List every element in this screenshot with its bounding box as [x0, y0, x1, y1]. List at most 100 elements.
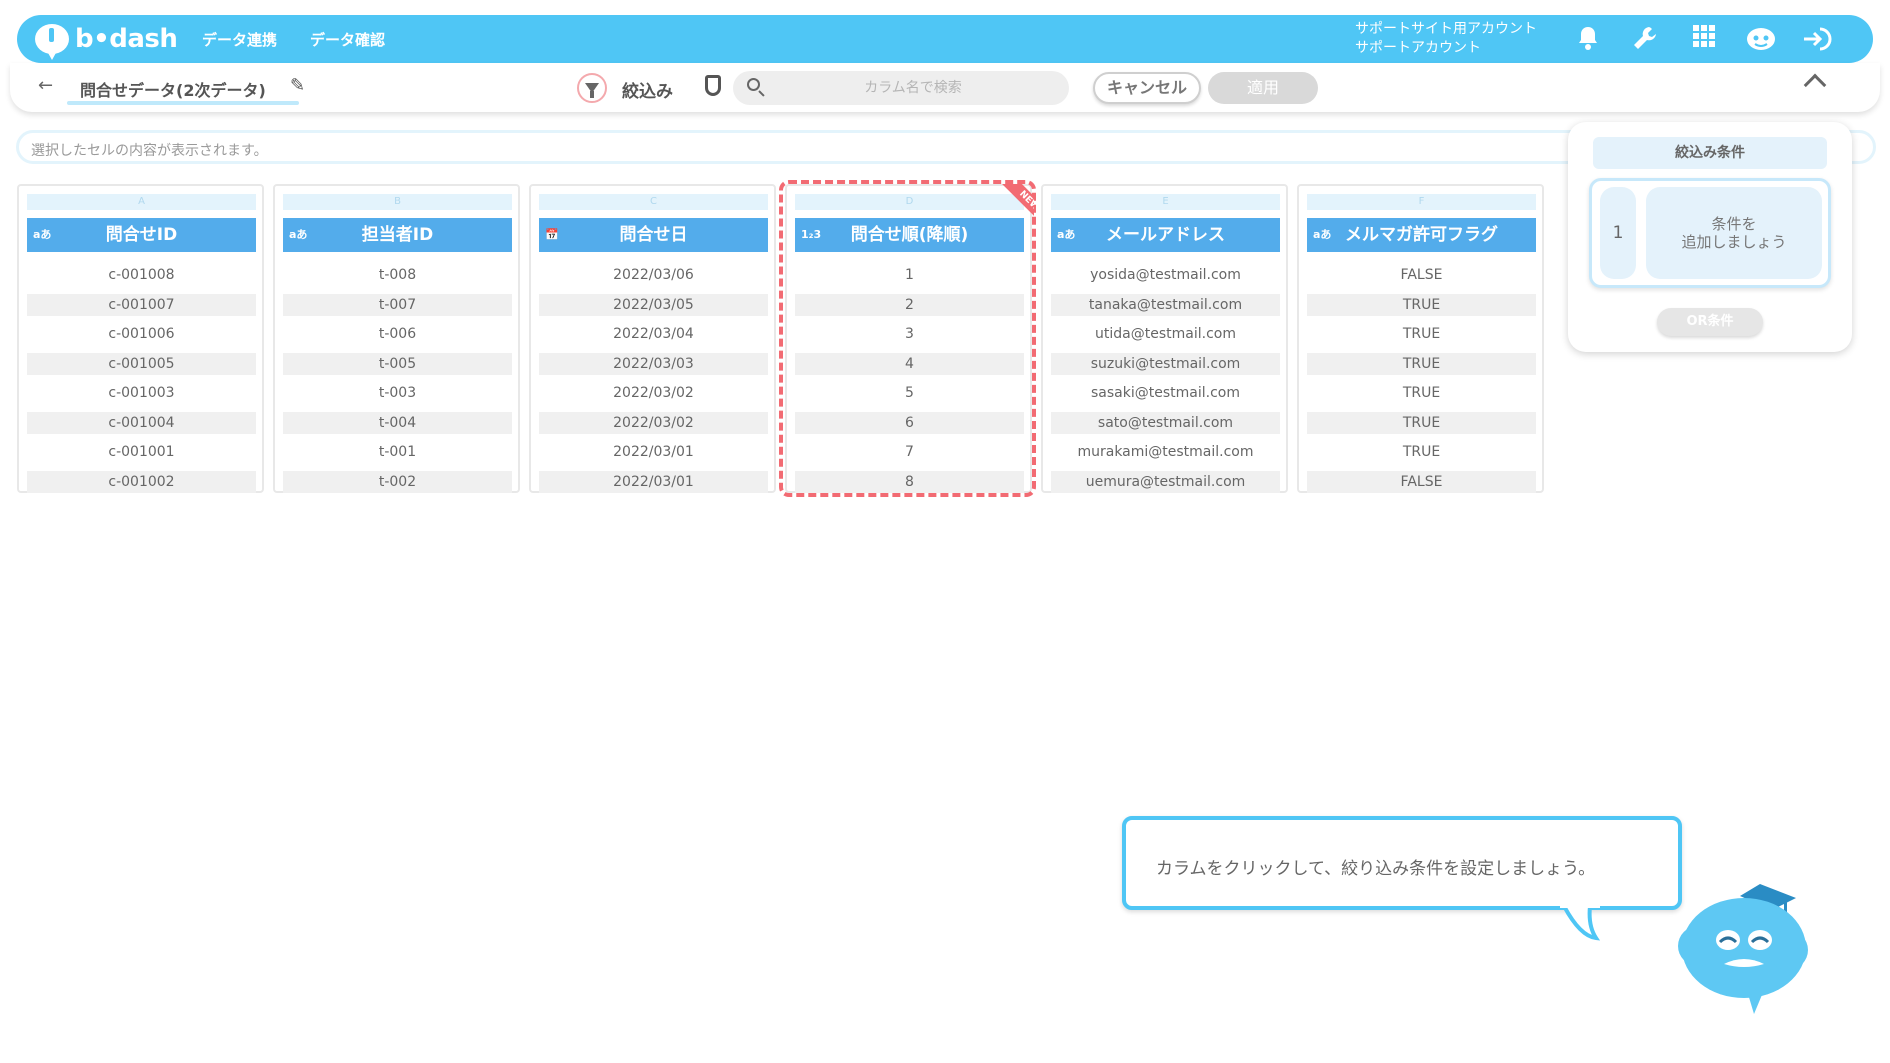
table-cell[interactable]: 2022/03/01 [539, 441, 768, 463]
table-cell[interactable]: t-001 [283, 441, 512, 463]
grid-icon[interactable] [1690, 25, 1718, 53]
table-cell[interactable]: TRUE [1307, 353, 1536, 375]
table-cell[interactable]: 3 [795, 323, 1024, 345]
table-cell[interactable]: t-002 [283, 471, 512, 493]
breadcrumb-underline [67, 101, 299, 105]
wrench-icon[interactable] [1631, 25, 1659, 53]
nav-data-link[interactable]: データ連携 [202, 29, 277, 50]
table-cell[interactable]: TRUE [1307, 323, 1536, 345]
logo-text: b•dash [75, 24, 178, 54]
pencil-icon[interactable]: ✎ [290, 75, 305, 96]
column-letter: B [283, 194, 512, 210]
new-badge: NEW [990, 184, 1034, 228]
table-column[interactable]: Baあ 担当者ID t-008 t-007 t-006 t-005 t-003 t-004 t-… [273, 184, 520, 493]
column-letter: F [1307, 194, 1536, 210]
shield-icon[interactable] [705, 75, 721, 96]
table-column[interactable]: Eaあ メールアドレス yosida@testmail.com tanaka@test… [1041, 184, 1288, 493]
tip-bubble-tail [1560, 906, 1600, 941]
table-column[interactable]: Faあ メルマガ許可フラグ FALSE TRUE TRUE TRUE TRUE TRUE TRU… [1297, 184, 1544, 493]
table-cell[interactable]: tanaka@testmail.com [1051, 294, 1280, 316]
table-cell[interactable]: 2022/03/02 [539, 382, 768, 404]
table-cell[interactable]: t-007 [283, 294, 512, 316]
table-cell[interactable]: t-005 [283, 353, 512, 375]
table-cell[interactable]: t-006 [283, 323, 512, 345]
column-header-label: メルマガ許可フラグ [1345, 225, 1498, 245]
table-cell[interactable]: TRUE [1307, 382, 1536, 404]
table-cell[interactable]: t-004 [283, 412, 512, 434]
table-cell[interactable]: c-001008 [27, 264, 256, 286]
nav-data-check[interactable]: データ確認 [310, 29, 385, 50]
add-condition-line-1: 条件を [1711, 215, 1757, 233]
table-cell[interactable]: c-001004 [27, 412, 256, 434]
mascot-icon[interactable] [1744, 25, 1778, 53]
column-letter: E [1051, 194, 1280, 210]
table-cell[interactable]: murakami@testmail.com [1051, 441, 1280, 463]
table-cell[interactable]: 1 [795, 264, 1024, 286]
table-cell[interactable]: FALSE [1307, 264, 1536, 286]
column-header-label: 問合せID [105, 225, 178, 245]
table-cell[interactable]: sasaki@testmail.com [1051, 382, 1280, 404]
table-cell[interactable]: 2022/03/02 [539, 412, 768, 434]
condition-group[interactable]: 1 条件を 追加しましょう [1589, 178, 1831, 288]
table-cell[interactable]: 6 [795, 412, 1024, 434]
or-condition-button[interactable]: OR条件 [1657, 308, 1763, 336]
table-column[interactable]: Aaあ 問合せID c-001008 c-001007 c-001006 c-001005… [17, 184, 264, 493]
tip-text: カラムをクリックして、絞り込み条件を設定しましょう。 [1156, 859, 1596, 879]
account-info[interactable]: サポートサイト用アカウント サポートアカウント [1355, 20, 1537, 58]
filter-panel-title: 絞込み条件 [1593, 137, 1827, 169]
column-type-icon: 📅 [545, 228, 559, 241]
table-cell[interactable]: c-001006 [27, 323, 256, 345]
table-cell[interactable]: FALSE [1307, 471, 1536, 493]
table-cell[interactable]: t-008 [283, 264, 512, 286]
table-cell[interactable]: 5 [795, 382, 1024, 404]
table-cell[interactable]: 2022/03/05 [539, 294, 768, 316]
table-cell[interactable]: c-001001 [27, 441, 256, 463]
column-header[interactable]: aあ 問合せID [27, 218, 256, 252]
column-header[interactable]: aあ メールアドレス [1051, 218, 1280, 252]
table-cell[interactable]: 2022/03/03 [539, 353, 768, 375]
search-icon [747, 78, 760, 91]
table-cell[interactable]: 2022/03/01 [539, 471, 768, 493]
table-cell[interactable]: TRUE [1307, 441, 1536, 463]
search-input[interactable] [773, 71, 1053, 105]
table-cell[interactable]: c-001005 [27, 353, 256, 375]
tip-bubble: カラムをクリックして、絞り込み条件を設定しましょう。 [1122, 816, 1682, 910]
table-cell[interactable]: 4 [795, 353, 1024, 375]
condition-group-number: 1 [1600, 187, 1636, 279]
search-box[interactable] [733, 71, 1069, 105]
table-cell[interactable]: 7 [795, 441, 1024, 463]
table-cell[interactable]: suzuki@testmail.com [1051, 353, 1280, 375]
table-cell[interactable]: yosida@testmail.com [1051, 264, 1280, 286]
table-cell[interactable]: sato@testmail.com [1051, 412, 1280, 434]
table-column[interactable]: D 1₂3 問合せ順(降順) 1 2 3 4 5 6 7 8 [785, 184, 1032, 493]
column-header[interactable]: aあ メルマガ許可フラグ [1307, 218, 1536, 252]
add-condition-line-2: 追加しましょう [1681, 233, 1787, 251]
logo[interactable]: b•dash [35, 23, 178, 60]
column-header-label: 問合せ日 [619, 225, 688, 245]
table-cell[interactable]: 2022/03/04 [539, 323, 768, 345]
column-letter: A [27, 194, 256, 210]
table-cell[interactable]: 8 [795, 471, 1024, 493]
table-cell[interactable]: c-001003 [27, 382, 256, 404]
table-cell[interactable]: 2 [795, 294, 1024, 316]
column-header[interactable]: 📅 問合せ日 [539, 218, 768, 252]
table-cell[interactable]: utida@testmail.com [1051, 323, 1280, 345]
arrow-left-icon[interactable]: ← [38, 75, 53, 96]
table-cell[interactable]: uemura@testmail.com [1051, 471, 1280, 493]
breadcrumb[interactable]: 問合せデータ(2次データ) [80, 77, 266, 101]
chevron-up-icon[interactable] [1803, 73, 1827, 97]
filter-icon[interactable] [577, 73, 607, 103]
apply-button[interactable]: 適用 [1208, 72, 1318, 104]
table-cell[interactable]: t-003 [283, 382, 512, 404]
table-cell[interactable]: c-001007 [27, 294, 256, 316]
table-cell[interactable]: TRUE [1307, 412, 1536, 434]
logout-icon[interactable] [1801, 25, 1835, 53]
table-cell[interactable]: TRUE [1307, 294, 1536, 316]
table-cell[interactable]: c-001002 [27, 471, 256, 493]
add-condition-box[interactable]: 条件を 追加しましょう [1646, 187, 1822, 279]
cancel-button[interactable]: キャンセル [1093, 72, 1201, 104]
column-header[interactable]: aあ 担当者ID [283, 218, 512, 252]
bell-icon[interactable] [1574, 25, 1602, 53]
table-column[interactable]: C 📅 問合せ日 2022/03/06 2022/03/05 2022/03/04 2022… [529, 184, 776, 493]
table-cell[interactable]: 2022/03/06 [539, 264, 768, 286]
